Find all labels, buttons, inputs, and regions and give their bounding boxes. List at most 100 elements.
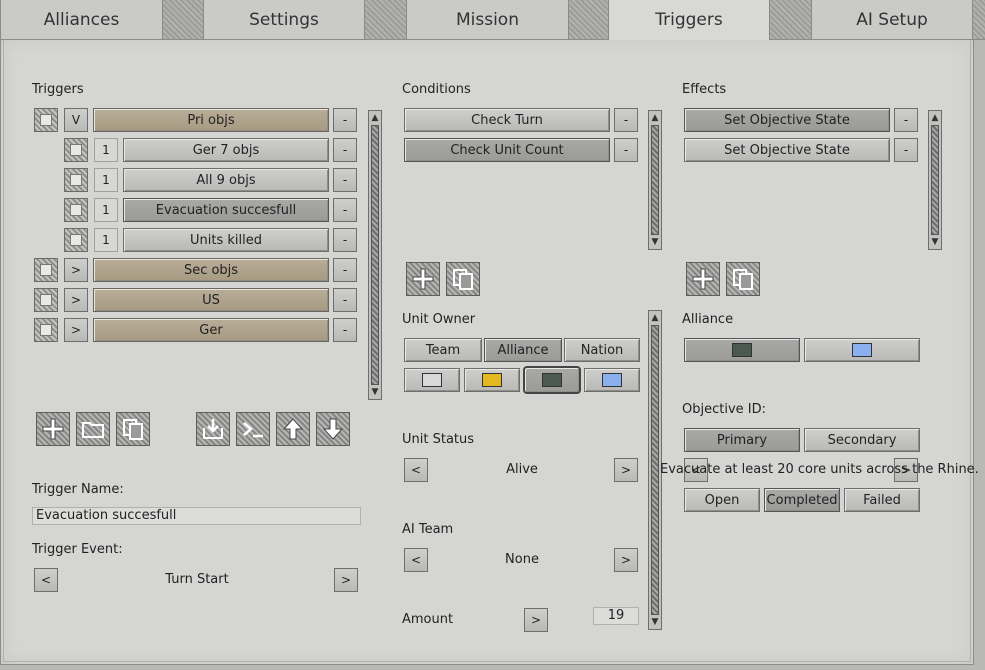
trigger-item-evacuation-succesfull[interactable]: Evacuation succesfull (123, 198, 329, 222)
tab-settings[interactable]: Settings (203, 0, 365, 40)
scroll-track[interactable] (931, 125, 939, 235)
trigger-checkbox[interactable] (34, 108, 58, 132)
trigger-group-ger[interactable]: Ger (93, 318, 329, 342)
amount-toggle-button[interactable]: > (524, 608, 548, 632)
copy-effect-button[interactable] (726, 262, 760, 296)
tab-alliances[interactable]: Alliances (0, 0, 163, 40)
trigger-remove-button[interactable]: - (333, 318, 357, 342)
copy-icon (453, 269, 473, 290)
move-up-button[interactable] (276, 412, 310, 446)
scroll-track[interactable] (651, 125, 659, 235)
trigger-count: 1 (94, 198, 118, 222)
copy-condition-button[interactable] (446, 262, 480, 296)
scroll-down-icon[interactable]: ▼ (649, 235, 661, 249)
scroll-down-icon[interactable]: ▼ (369, 385, 381, 399)
trigger-count: 1 (94, 138, 118, 162)
trigger-item-ger-7-objs[interactable]: Ger 7 objs (123, 138, 329, 162)
trigger-group-us[interactable]: US (93, 288, 329, 312)
objective-state-failed[interactable]: Failed (844, 488, 920, 512)
owner-color-yellow[interactable] (464, 368, 520, 392)
unit-status-label: Unit Status (402, 432, 475, 447)
owner-mode-alliance[interactable]: Alliance (484, 338, 562, 362)
trigger-checkbox[interactable] (64, 198, 88, 222)
move-down-button[interactable] (316, 412, 350, 446)
unit-status-next-button[interactable]: > (614, 458, 638, 482)
color-swatch (852, 343, 872, 357)
trigger-remove-button[interactable]: - (333, 138, 357, 162)
effect-set-objective-state[interactable]: Set Objective State (684, 138, 890, 162)
trigger-group-pri-objs[interactable]: Pri objs (93, 108, 329, 132)
trigger-name-label: Trigger Name: (32, 482, 124, 497)
condition-check-turn[interactable]: Check Turn (404, 108, 610, 132)
trigger-event-value: Turn Start (165, 572, 229, 587)
trigger-event-prev-button[interactable]: < (34, 568, 58, 592)
scroll-down-icon[interactable]: ▼ (929, 235, 941, 249)
trigger-checkbox[interactable] (34, 258, 58, 282)
add-condition-button[interactable] (406, 262, 440, 296)
ai-team-label: AI Team (402, 522, 454, 537)
owner-color-dark-green[interactable] (523, 366, 581, 394)
copy-icon (733, 269, 753, 290)
trigger-group-sec-objs[interactable]: Sec objs (93, 258, 329, 282)
objective-type-secondary[interactable]: Secondary (804, 428, 920, 452)
trigger-checkbox[interactable] (34, 318, 58, 342)
trigger-remove-button[interactable]: - (333, 168, 357, 192)
tab-triggers[interactable]: Triggers (608, 0, 770, 40)
scroll-up-icon[interactable]: ▲ (649, 311, 661, 325)
trigger-checkbox[interactable] (64, 138, 88, 162)
condition-remove-button[interactable]: - (614, 138, 638, 162)
owner-color-blue[interactable] (584, 368, 640, 392)
objective-state-completed[interactable]: Completed (764, 488, 840, 512)
trigger-event-next-button[interactable]: > (334, 568, 358, 592)
trigger-remove-button[interactable]: - (333, 228, 357, 252)
objective-state-open[interactable]: Open (684, 488, 760, 512)
ai-team-prev-button[interactable]: < (404, 548, 428, 572)
add-trigger-button[interactable] (36, 412, 70, 446)
owner-mode-team[interactable]: Team (404, 338, 482, 362)
condition-check-unit-count[interactable]: Check Unit Count (404, 138, 610, 162)
console-button[interactable] (236, 412, 270, 446)
scroll-up-icon[interactable]: ▲ (929, 111, 941, 125)
trigger-remove-button[interactable]: - (333, 288, 357, 312)
trigger-checkbox[interactable] (64, 228, 88, 252)
unit-status-prev-button[interactable]: < (404, 458, 428, 482)
triggers-scrollbar[interactable]: ▲ ▼ (368, 110, 382, 400)
scroll-up-icon[interactable]: ▲ (369, 111, 381, 125)
tab-ai-setup[interactable]: AI Setup (811, 0, 973, 40)
trigger-remove-button[interactable]: - (333, 108, 357, 132)
add-effect-button[interactable] (686, 262, 720, 296)
conditions-scrollbar[interactable]: ▲ ▼ (648, 110, 662, 250)
arrow-up-icon (282, 418, 304, 440)
scroll-track[interactable] (371, 125, 379, 385)
alliance-color-blue[interactable] (804, 338, 920, 362)
amount-input[interactable]: 19 (593, 607, 639, 625)
trigger-group-toggle[interactable]: > (64, 288, 88, 312)
scroll-up-icon[interactable]: ▲ (649, 111, 661, 125)
effect-remove-button[interactable]: - (894, 138, 918, 162)
trigger-name-input[interactable]: Evacuation succesfull (32, 507, 361, 525)
trigger-checkbox[interactable] (64, 168, 88, 192)
trigger-group-toggle[interactable]: > (64, 258, 88, 282)
add-folder-button[interactable] (76, 412, 110, 446)
trigger-item-units-killed[interactable]: Units killed (123, 228, 329, 252)
objective-type-primary[interactable]: Primary (684, 428, 800, 452)
trigger-remove-button[interactable]: - (333, 258, 357, 282)
effects-scrollbar[interactable]: ▲ ▼ (928, 110, 942, 250)
ai-team-next-button[interactable]: > (614, 548, 638, 572)
effect-remove-button[interactable]: - (894, 108, 918, 132)
alliance-color-dark-green[interactable] (684, 338, 800, 362)
tab-mission[interactable]: Mission (406, 0, 569, 40)
trigger-group-toggle[interactable]: > (64, 318, 88, 342)
import-button[interactable] (196, 412, 230, 446)
owner-color-white[interactable] (404, 368, 460, 392)
condition-remove-button[interactable]: - (614, 108, 638, 132)
scroll-track[interactable] (651, 325, 659, 615)
trigger-remove-button[interactable]: - (333, 198, 357, 222)
trigger-item-all-9-objs[interactable]: All 9 objs (123, 168, 329, 192)
trigger-checkbox[interactable] (34, 288, 58, 312)
effect-set-objective-state[interactable]: Set Objective State (684, 108, 890, 132)
trigger-group-toggle[interactable]: V (64, 108, 88, 132)
scroll-down-icon[interactable]: ▼ (649, 615, 661, 629)
copy-trigger-button[interactable] (116, 412, 150, 446)
owner-mode-nation[interactable]: Nation (564, 338, 640, 362)
